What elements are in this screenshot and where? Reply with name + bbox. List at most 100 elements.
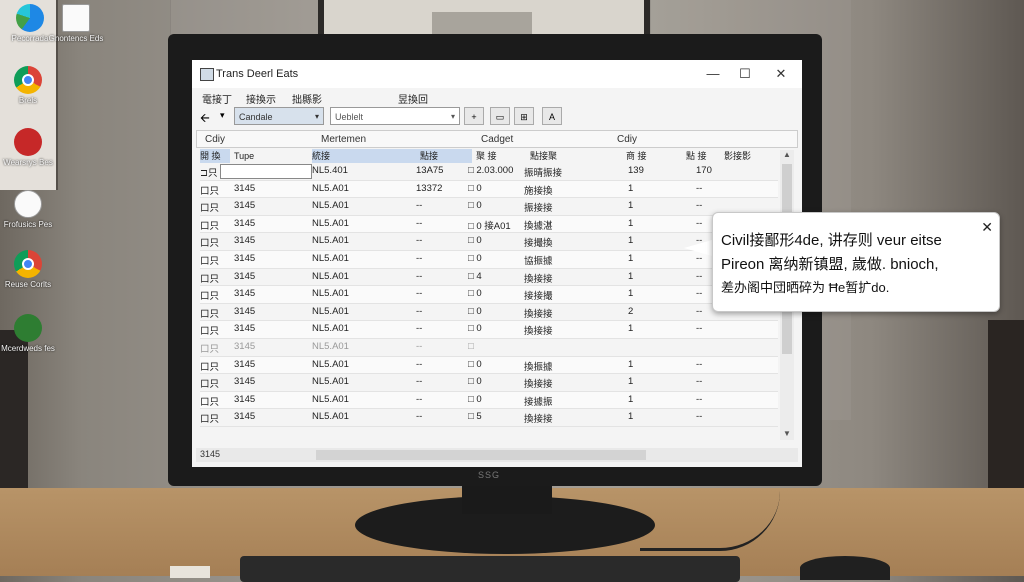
table-cell: 口只	[200, 308, 220, 320]
table-row[interactable]: 口只 3145 NL5.A01 -- □ 0 接A01 換據湛 1 --	[200, 215, 778, 234]
table-row[interactable]: 口只 3145 NL5.A01 -- □ 0 換接接 1 --	[200, 374, 778, 392]
table-row[interactable]: 口只 3145 NL5.A01 -- □ 0 接據振 1 --	[200, 391, 778, 410]
table-cell: 口只	[200, 361, 220, 373]
scroll-up-icon[interactable]: ▲	[783, 150, 791, 159]
cell-editor[interactable]	[220, 164, 312, 179]
table-row[interactable]: 口只 3145 NL5.A01 -- □ 4 換接接 1 --	[200, 269, 778, 287]
desktop-icon-label: Reuse Corlts	[4, 280, 52, 289]
close-icon[interactable]: ✕	[981, 219, 993, 236]
desktop-icon-chrome[interactable]: Brels	[0, 66, 58, 105]
column-header[interactable]: 點 接	[686, 149, 707, 163]
desktop-icon-label: Mcerdweds fes	[1, 344, 55, 353]
table-row[interactable]: ⊐只 NL5.401 13A75 □ 2.03.000 振晴振接 139 170	[200, 163, 778, 181]
table-row[interactable]: 口只 3145 NL5.A01 -- □	[200, 339, 778, 357]
table-cell: 換振據	[524, 361, 553, 373]
close-button[interactable]: ✕	[766, 64, 796, 84]
table-cell: 換據湛	[524, 220, 553, 232]
table-cell: 1	[628, 217, 634, 229]
table-row[interactable]: 口只 3145 NL5.A01 13372 □ 0 施接換 1 --	[200, 180, 778, 199]
table-cell: --	[696, 200, 703, 212]
table-cell: NL5.401	[312, 165, 348, 176]
table-cell: 3145	[234, 340, 256, 352]
view-button[interactable]: ▭	[490, 107, 510, 125]
menu-item[interactable]: 拙縣影	[292, 91, 322, 106]
chevron-down-icon[interactable]: ▾	[220, 110, 225, 121]
column-header[interactable]: 影接影	[724, 149, 751, 163]
document-icon	[14, 190, 42, 218]
table-cell: --	[416, 376, 423, 388]
column-header[interactable]: 點接	[420, 149, 439, 163]
status-bar: 3145	[196, 448, 798, 462]
chrome-icon	[14, 250, 42, 278]
table-cell: 接撮換	[524, 238, 553, 250]
table-row[interactable]: 口只 3145 NL5.A01 -- □ 0 換接接 2 --	[200, 304, 778, 322]
column-header[interactable]: 統接	[312, 149, 472, 163]
table-cell: 振晴振接	[524, 168, 563, 179]
paper	[170, 566, 210, 578]
scroll-down-icon[interactable]: ▼	[783, 429, 791, 438]
table-cell: NL5.A01	[312, 393, 349, 405]
status-text: 3145	[200, 449, 221, 459]
table-cell: □ 0 接A01	[468, 220, 511, 232]
column-header[interactable]: 點接聚	[530, 149, 557, 163]
column-header[interactable]: 開 換	[200, 149, 230, 163]
dark-object-left	[0, 330, 28, 510]
column-header[interactable]: 聚 接	[476, 149, 497, 163]
table-row[interactable]: 口只 3145 NL5.A01 -- □ 0 換接接 1 --	[200, 321, 778, 339]
table-cell: 口只	[200, 414, 220, 426]
table-cell: □ 0	[468, 182, 482, 194]
menu-item[interactable]: 昱換回	[398, 91, 428, 106]
table-cell: --	[416, 323, 423, 335]
table-cell: 1	[628, 323, 634, 335]
table-cell: 1	[628, 252, 634, 264]
minimize-button[interactable]: —	[698, 64, 728, 84]
table-cell: NL5.A01	[312, 340, 349, 352]
add-button[interactable]: +	[464, 107, 484, 125]
column-header[interactable]: 商 接	[626, 149, 647, 163]
column-header[interactable]: Tupe	[234, 149, 254, 163]
desktop-icon-chrome2[interactable]: Reuse Corlts	[0, 250, 58, 289]
category-select[interactable]: Candale ▾	[234, 107, 324, 125]
table-cell: NL5.A01	[312, 235, 349, 247]
edge-icon	[16, 4, 44, 32]
table-cell: 13A75	[416, 165, 444, 176]
table-cell: --	[416, 270, 423, 282]
back-icon[interactable]: 🡨	[200, 109, 210, 130]
table-cell: --	[696, 393, 703, 405]
desktop-icon-excel[interactable]: Wearsrys Bes	[0, 128, 58, 167]
table-cell: 換接接	[524, 308, 553, 320]
table-cell: 口只	[200, 396, 220, 408]
desktop-icon-label: Frofusics Pes	[3, 220, 53, 229]
grid-button[interactable]: ⊞	[514, 107, 534, 125]
table-cell: --	[696, 305, 703, 317]
desktop-icon-shortcut[interactable]: Gnontencs Eds	[46, 4, 106, 43]
desktop-icon-doc[interactable]: Frofusics Pes	[0, 190, 58, 229]
table-cell: 接接撮	[524, 291, 553, 303]
horizontal-scrollbar[interactable]	[316, 450, 646, 460]
table-cell: 1	[628, 200, 634, 212]
table-cell: □ 0	[468, 235, 482, 247]
font-button[interactable]: A	[542, 107, 562, 125]
desktop-icon-sheets[interactable]: Mcerdweds fes	[0, 314, 58, 353]
sheets-icon	[14, 314, 42, 342]
table-row[interactable]: 口只 3145 NL5.A01 -- □ 5 換接接 1 --	[200, 409, 778, 427]
menu-item[interactable]: 電接丁	[202, 91, 232, 106]
table-cell: 口只	[200, 203, 220, 215]
table-row[interactable]: 口只 3145 NL5.A01 -- □ 0 換振據 1 --	[200, 356, 778, 375]
maximize-button[interactable]: ☐	[730, 64, 760, 84]
table-row[interactable]: 口只 3145 NL5.A01 -- □ 0 振接接 1 --	[200, 198, 778, 216]
table-cell: 1	[628, 235, 634, 247]
app-window: Trans Deerl Eats — ☐ ✕ 電接丁 接換示 拙縣影 昱換回 🡨…	[192, 60, 802, 467]
table-cell: --	[696, 358, 703, 370]
menu-item[interactable]: 接換示	[246, 91, 276, 106]
chevron-down-icon: ▾	[314, 112, 319, 121]
table-cell: --	[416, 411, 423, 423]
tooltip-arrow	[684, 240, 712, 256]
table-cell: NL5.A01	[312, 252, 349, 264]
table-cell: □ 2.03.000	[468, 165, 514, 176]
search-input[interactable]: Ueblelt ▾	[330, 107, 460, 125]
table-cell: 口只	[200, 185, 220, 197]
table-cell: 3145	[234, 217, 256, 229]
section-label: Cadget	[481, 134, 514, 145]
table-row[interactable]: 口只 3145 NL5.A01 -- □ 0 接接撮 1 --	[200, 286, 778, 304]
